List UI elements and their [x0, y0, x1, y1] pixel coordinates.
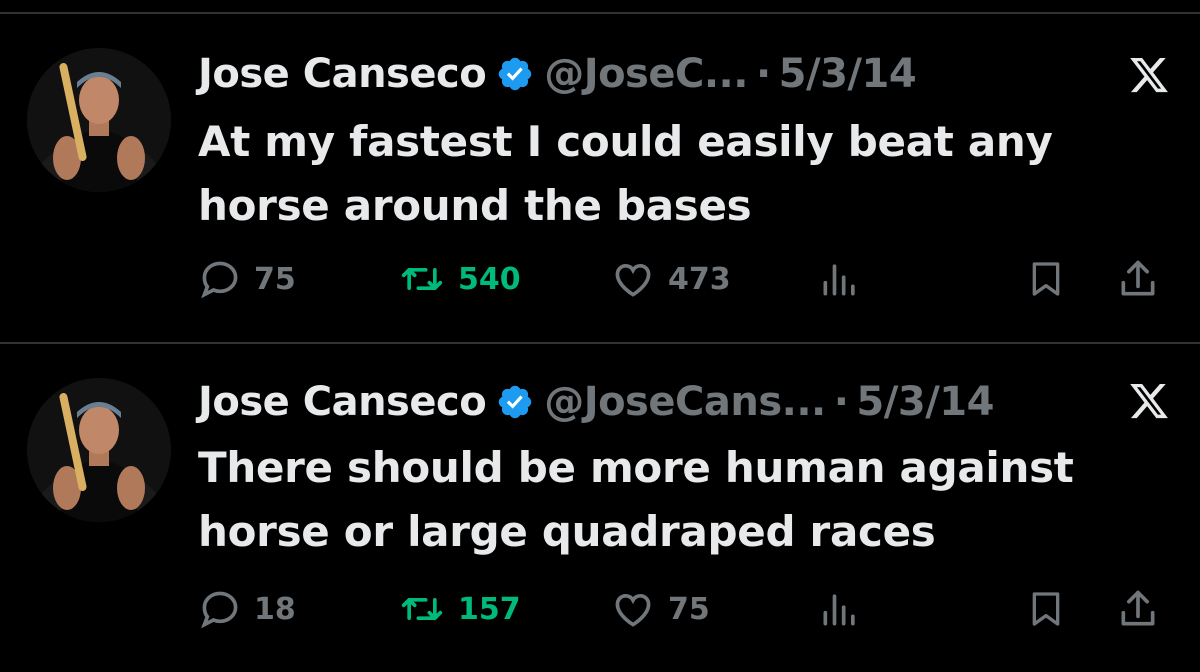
tweet-text: There should be more human against horse… — [198, 443, 1074, 556]
action-bar: 18 157 75 — [198, 584, 1178, 634]
retweet-icon — [401, 598, 443, 620]
author-handle[interactable]: @JoseCans... — [544, 372, 826, 432]
x-logo-icon — [1130, 383, 1168, 419]
tweet-header: Jose Canseco @JoseCans... · 5/3/14 — [198, 372, 994, 432]
bookmark-button[interactable] — [1026, 584, 1078, 634]
views-icon — [823, 264, 855, 296]
share-icon — [1121, 260, 1155, 296]
tweet-text: At my fastest I could easily beat any ho… — [198, 117, 1053, 230]
like-count: 473 — [668, 261, 731, 297]
tweet-card[interactable]: Jose Canseco @JoseCans... · 5/3/14 There… — [0, 344, 1200, 672]
share-icon — [1121, 590, 1155, 626]
like-button[interactable]: 473 — [610, 254, 731, 304]
bookmark-icon — [1032, 592, 1060, 626]
views-icon — [823, 594, 855, 626]
action-bar: 75 540 473 — [198, 254, 1178, 304]
verified-badge-icon — [498, 385, 532, 419]
share-button[interactable] — [1116, 584, 1172, 634]
retweet-count: 540 — [458, 261, 521, 297]
retweet-button[interactable]: 157 — [398, 584, 521, 634]
like-count: 75 — [668, 591, 710, 627]
avatar[interactable] — [27, 378, 171, 522]
bookmark-icon — [1032, 262, 1060, 296]
tweet-date[interactable]: 5/3/14 — [856, 372, 994, 432]
reply-icon — [201, 591, 238, 629]
separator-dot: · — [833, 379, 849, 425]
verified-badge-icon — [498, 57, 532, 91]
like-icon — [615, 263, 651, 297]
views-button[interactable] — [818, 584, 874, 634]
separator-dot: · — [755, 51, 771, 97]
tweet-card[interactable]: Jose Canseco @JoseC... · 5/3/14 At my fa… — [0, 14, 1200, 342]
tweet-header: Jose Canseco @JoseC... · 5/3/14 — [198, 44, 917, 104]
bookmark-button[interactable] — [1026, 254, 1078, 304]
tweet-date[interactable]: 5/3/14 — [779, 44, 917, 104]
retweet-button[interactable]: 540 — [398, 254, 521, 304]
reply-button[interactable]: 18 — [198, 584, 296, 634]
author-name[interactable]: Jose Canseco — [198, 44, 487, 104]
like-button[interactable]: 75 — [610, 584, 710, 634]
reply-count: 18 — [254, 591, 296, 627]
share-button[interactable] — [1116, 254, 1172, 304]
author-handle[interactable]: @JoseC... — [544, 44, 748, 104]
reply-button[interactable]: 75 — [198, 254, 296, 304]
retweet-icon — [401, 268, 443, 290]
author-name[interactable]: Jose Canseco — [198, 372, 487, 432]
views-button[interactable] — [818, 254, 874, 304]
x-logo-icon — [1130, 57, 1168, 93]
avatar[interactable] — [27, 48, 171, 192]
reply-count: 75 — [254, 261, 296, 297]
retweet-count: 157 — [458, 591, 521, 627]
reply-icon — [201, 261, 238, 299]
like-icon — [615, 593, 651, 627]
